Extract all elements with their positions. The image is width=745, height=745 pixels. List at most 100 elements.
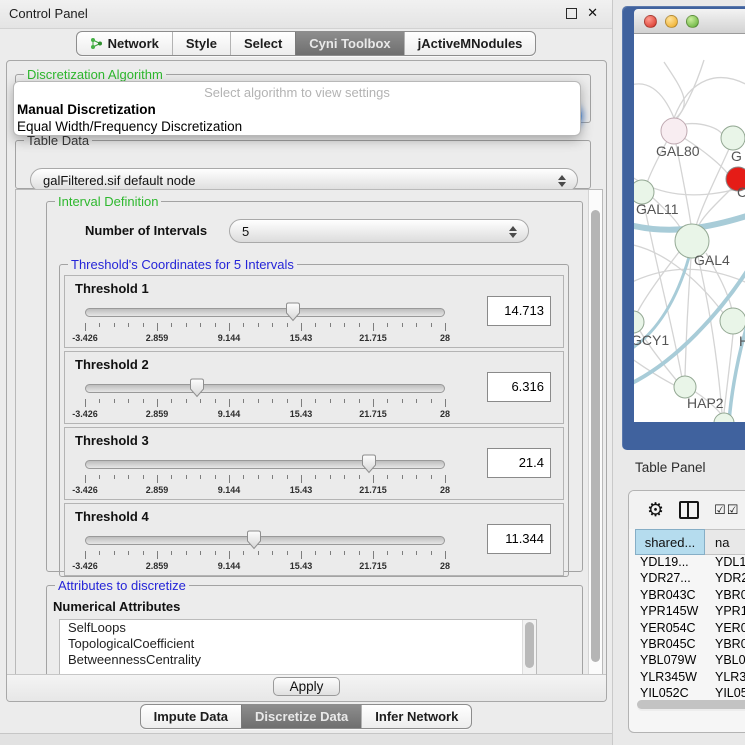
- algorithm-option-manual[interactable]: Manual Discretization: [14, 101, 580, 118]
- scrollbar-thumb[interactable]: [637, 700, 745, 709]
- slider-track[interactable]: [85, 460, 445, 469]
- threshold-label: Threshold 4: [75, 509, 149, 524]
- horizontal-scrollbar[interactable]: [637, 700, 745, 711]
- settings-scroll-area: Interval Definition Number of Intervals …: [15, 189, 603, 677]
- attribute-list-item[interactable]: TopologicalCoefficient: [60, 636, 536, 652]
- table-row[interactable]: YIL052CYIL05: [635, 686, 745, 698]
- column-header-name[interactable]: na: [705, 529, 745, 555]
- slider-track[interactable]: [85, 384, 445, 393]
- slider-thumb-icon[interactable]: [246, 530, 262, 550]
- apply-button[interactable]: Apply: [273, 677, 341, 696]
- close-window-icon[interactable]: ✕: [587, 7, 598, 19]
- slider-tick-labels: -3.426 2.859 9.144 15.43 21.715 28: [85, 485, 445, 495]
- node-label: G: [731, 148, 742, 164]
- table-panel-toolbar: ⚙ ☑☑: [629, 491, 745, 529]
- slider-ticks: [85, 475, 445, 484]
- cyni-toolbox-panel: Discretization Algorithm Select algorith…: [6, 60, 607, 702]
- table-header-row: shared... na: [635, 529, 745, 555]
- numerical-attributes-list: SelfLoops TopologicalCoefficient Between…: [59, 619, 537, 677]
- slider-track[interactable]: [85, 536, 445, 545]
- minimize-traffic-light-icon[interactable]: [665, 15, 678, 28]
- table-row[interactable]: YBR045CYBR04: [635, 637, 745, 653]
- threshold-slider[interactable]: -3.426 2.859 9.144 15.43 21.715 28: [85, 453, 445, 497]
- table-row[interactable]: YBL079WYBL07: [635, 653, 745, 669]
- table-row[interactable]: YBR043CYBR04: [635, 588, 745, 604]
- algorithm-option-equal-width[interactable]: Equal Width/Frequency Discretization: [14, 118, 580, 135]
- network-node[interactable]: [721, 126, 745, 150]
- table-row[interactable]: YDL19...YDL19: [635, 555, 745, 571]
- attributes-to-discretize-group: Attributes to discretize Numerical Attri…: [46, 578, 583, 677]
- group-title: Discretization Algorithm: [24, 67, 166, 82]
- table-data-group: Table Data galFiltered.sif default node: [15, 133, 591, 189]
- zoom-traffic-light-icon[interactable]: [686, 15, 699, 28]
- table-panel-window: ⚙ ☑☑ shared... na YDL19...YDL19 YDR27...…: [628, 490, 745, 733]
- table-row[interactable]: YDR27...YDR27: [635, 571, 745, 587]
- tab-network[interactable]: Network: [77, 32, 172, 55]
- scrollbar-thumb[interactable]: [591, 210, 600, 662]
- combo-arrows-icon: [558, 173, 567, 189]
- network-node[interactable]: [661, 118, 687, 144]
- threshold-slider[interactable]: -3.426 2.859 9.144 15.43 21.715 28: [85, 377, 445, 421]
- tab-jactivemnodules[interactable]: jActiveMNodules: [404, 32, 536, 55]
- number-of-intervals-select[interactable]: 5: [229, 219, 529, 243]
- attribute-list-item[interactable]: BetweennessCentrality: [60, 652, 536, 668]
- threshold-slider[interactable]: -3.426 2.859 9.144 15.43 21.715 28: [85, 529, 445, 573]
- slider-tick-labels: -3.426 2.859 9.144 15.43 21.715 28: [85, 561, 445, 571]
- tab-discretize-data[interactable]: Discretize Data: [241, 705, 361, 728]
- slider-ticks: [85, 323, 445, 332]
- table-panel-header: Table Panel: [622, 452, 745, 484]
- tab-infer-network[interactable]: Infer Network: [361, 705, 471, 728]
- slider-thumb-icon[interactable]: [361, 454, 377, 474]
- node-label: GCY1: [634, 332, 669, 348]
- threshold-label: Threshold 1: [75, 281, 149, 296]
- node-label: C: [737, 184, 745, 200]
- table-data-value: galFiltered.sif default node: [43, 173, 195, 188]
- combo-arrows-icon: [509, 224, 518, 240]
- slider-ticks: [85, 551, 445, 560]
- node-label: GAL11: [636, 201, 679, 217]
- group-title: Attributes to discretize: [55, 578, 189, 593]
- float-window-icon[interactable]: [566, 8, 577, 19]
- dropdown-placeholder: Select algorithm to view settings: [14, 82, 580, 101]
- threshold-value-field[interactable]: 14.713: [487, 296, 551, 326]
- slider-ticks: [85, 399, 445, 408]
- columns-icon[interactable]: [679, 501, 699, 519]
- gear-icon[interactable]: ⚙: [647, 501, 664, 520]
- table-row[interactable]: YER054CYER05: [635, 621, 745, 637]
- checkbox-icon[interactable]: ☑☑: [714, 502, 739, 518]
- numerical-attributes-label: Numerical Attributes: [53, 599, 180, 614]
- right-region: GAL80GCGAL11GAL4GCY1HHAP2 Table Panel ⚙ …: [613, 0, 745, 745]
- threshold-value-field[interactable]: 21.4: [487, 448, 551, 478]
- network-node[interactable]: [720, 308, 745, 334]
- attribute-list-item[interactable]: SelfLoops: [60, 620, 536, 636]
- slider-thumb-icon[interactable]: [189, 378, 205, 398]
- threshold-panel-3: Threshold 3 -3.426 2.859 9.144 15.43: [64, 427, 564, 500]
- tab-impute-data[interactable]: Impute Data: [141, 705, 241, 728]
- attributes-scrollbar[interactable]: [522, 620, 536, 677]
- network-canvas[interactable]: GAL80GCGAL11GAL4GCY1HHAP2: [634, 34, 745, 422]
- threshold-panel-1: Threshold 1 -3.426 2.859 9.144 15.43: [64, 275, 564, 348]
- tab-select[interactable]: Select: [230, 32, 295, 55]
- tab-network-label: Network: [108, 36, 159, 51]
- table-panel-title: Table Panel: [635, 460, 706, 475]
- tab-cyni-toolbox[interactable]: Cyni Toolbox: [295, 32, 403, 55]
- close-traffic-light-icon[interactable]: [644, 15, 657, 28]
- column-header-shared-name[interactable]: shared...: [635, 529, 705, 555]
- bottom-tab-bar: Impute Data Discretize Data Infer Networ…: [0, 704, 612, 729]
- table-row[interactable]: YPR145WYPR14: [635, 604, 745, 620]
- threshold-value-field[interactable]: 6.316: [487, 372, 551, 402]
- threshold-value-field[interactable]: 11.344: [487, 524, 551, 554]
- slider-track[interactable]: [85, 308, 445, 317]
- number-of-intervals-label: Number of Intervals: [85, 223, 207, 238]
- slider-thumb-icon[interactable]: [285, 302, 301, 322]
- tab-style[interactable]: Style: [172, 32, 230, 55]
- network-node[interactable]: [634, 311, 644, 333]
- node-label: HAP2: [687, 395, 724, 411]
- panel-title: Control Panel: [9, 6, 88, 21]
- control-panel-titlebar: Control Panel ✕: [0, 0, 612, 29]
- threshold-slider[interactable]: -3.426 2.859 9.144 15.43 21.715 28: [85, 301, 445, 345]
- interval-definition-group: Interval Definition Number of Intervals …: [46, 194, 583, 572]
- table-row[interactable]: YLR345WYLR34: [635, 670, 745, 686]
- vertical-scrollbar[interactable]: [588, 190, 602, 676]
- table-body: YDL19...YDL19 YDR27...YDR27 YBR043CYBR04…: [635, 555, 745, 698]
